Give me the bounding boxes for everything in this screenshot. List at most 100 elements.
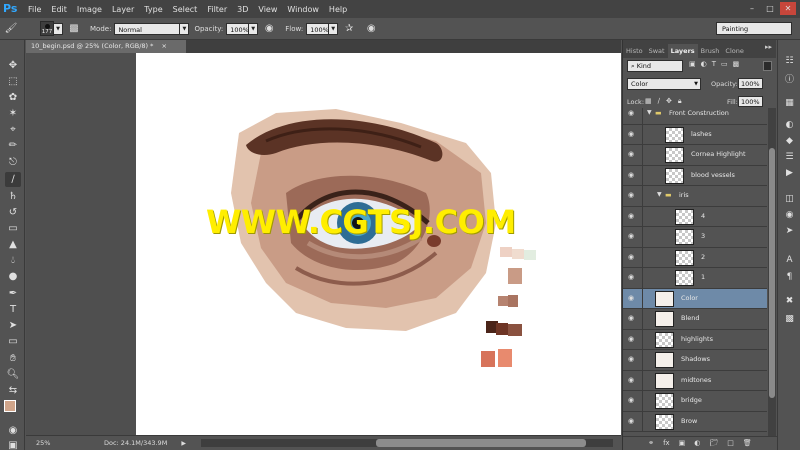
layer-thumbnail[interactable] [675, 229, 694, 245]
lock-position-icon[interactable]: ✥ [666, 97, 672, 106]
layer-name[interactable]: 3 [701, 232, 705, 240]
blur-tool-icon[interactable]: 💧︎ [5, 253, 21, 268]
group-expand-toggle[interactable]: ▼ [657, 191, 662, 198]
layer-name[interactable]: midtones [681, 376, 711, 384]
layer-opacity-field[interactable]: 100% [738, 78, 763, 89]
layer-thumbnail[interactable] [655, 290, 674, 307]
brush-presets-icon[interactable]: ▩ [782, 312, 797, 326]
tab-layers[interactable]: Layers [667, 44, 698, 58]
zoom-level[interactable]: 25% [36, 439, 66, 447]
scrollbar-thumb[interactable] [376, 439, 586, 447]
filter-adjustment-icon[interactable]: ◐ [701, 60, 707, 68]
layer-style-icon[interactable]: fx [663, 437, 670, 450]
visibility-eye-icon[interactable]: ◉ [628, 212, 637, 220]
layer-row[interactable]: ◉ Shadows [623, 350, 767, 371]
visibility-eye-icon[interactable]: ◉ [628, 171, 637, 179]
zoom-tool-icon[interactable]: 🔍︎ [5, 367, 21, 382]
quick-select-tool-icon[interactable]: ✶ [5, 106, 21, 121]
layer-name[interactable]: Blend [681, 314, 700, 322]
layer-row[interactable]: ◉ ▼ ▬ iris [623, 186, 767, 207]
actions-panel-icon[interactable]: ▶ [782, 166, 797, 180]
layer-thumbnail[interactable] [675, 249, 694, 266]
menu-file[interactable]: File [23, 5, 46, 14]
horizontal-scrollbar[interactable] [201, 439, 613, 447]
visibility-eye-icon[interactable]: ◉ [628, 274, 637, 281]
paragraph-panel-icon[interactable]: ¶ [782, 270, 797, 284]
flow-field[interactable]: 100% [306, 22, 330, 35]
layer-name[interactable]: highlights [681, 335, 713, 343]
type-tool-icon[interactable]: T [5, 302, 21, 317]
blend-mode-select[interactable]: Color ▼ [627, 78, 701, 90]
layer-list-scrollbar[interactable] [768, 108, 776, 436]
swatches-panel-icon[interactable]: ▦ [782, 96, 797, 110]
airbrush-icon[interactable]: ✰ [341, 21, 357, 37]
channels-panel-icon[interactable]: ◉ [782, 208, 797, 222]
visibility-eye-icon[interactable]: ◉ [628, 376, 637, 384]
play-icon[interactable]: ▶ [181, 440, 186, 447]
layer-row[interactable]: ◉ lashes [623, 124, 767, 145]
character-panel-icon[interactable]: A [782, 253, 797, 267]
layer-row[interactable]: ◉ midtones [623, 370, 767, 391]
add-mask-icon[interactable]: ▣ [679, 437, 686, 450]
quick-mask-icon[interactable]: ◉ [5, 423, 21, 438]
link-layers-icon[interactable]: ⚭ [648, 437, 654, 450]
close-button[interactable]: ✕ [780, 2, 796, 15]
layer-thumbnail[interactable] [655, 372, 674, 389]
menu-help[interactable]: Help [324, 5, 352, 14]
layer-row[interactable]: ◉ 2 [623, 247, 767, 268]
maximize-button[interactable]: □ [762, 2, 778, 15]
layer-name[interactable]: lashes [691, 130, 712, 138]
visibility-eye-icon[interactable]: ◉ [628, 417, 637, 425]
tool-presets-icon[interactable]: ✖ [782, 294, 797, 308]
paint-bucket-tool-icon[interactable]: ▲ [5, 237, 21, 252]
layer-row[interactable]: ◉ highlights [623, 329, 767, 350]
visibility-eye-icon[interactable]: ◉ [628, 397, 637, 404]
doc-size-info[interactable]: Doc: 24.1M/343.9M [104, 439, 167, 447]
lasso-tool-icon[interactable]: ✿ [5, 90, 21, 105]
layer-name[interactable]: Cornea Highlight [691, 150, 746, 158]
delete-layer-icon[interactable]: 🗑︎ [743, 437, 752, 450]
layer-thumbnail[interactable] [665, 167, 684, 184]
layer-name[interactable]: Brow [681, 417, 697, 425]
visibility-eye-icon[interactable]: ◉ [628, 110, 637, 117]
new-layer-icon[interactable]: □ [727, 437, 734, 450]
menu-layer[interactable]: Layer [107, 5, 139, 14]
layer-thumbnail[interactable] [655, 331, 674, 348]
layer-row[interactable]: ◉ 3 [623, 227, 767, 248]
layer-name[interactable]: iris [679, 191, 689, 199]
layer-name[interactable]: Shadows [681, 355, 710, 363]
pen-tool-icon[interactable]: ✒ [5, 286, 21, 301]
layer-row[interactable]: ◉ 4 [623, 206, 767, 227]
layer-name[interactable]: Front Construction [669, 109, 729, 117]
foreground-color-swatch[interactable] [4, 400, 16, 412]
tab-history[interactable]: Histo [623, 44, 646, 58]
visibility-eye-icon[interactable]: ◉ [628, 315, 637, 322]
brush-panel-toggle-icon[interactable]: ▩ [66, 21, 82, 37]
layer-row[interactable]: ◉ blood vessels [623, 165, 767, 186]
eraser-tool-icon[interactable]: ▭ [5, 221, 21, 236]
visibility-eye-icon[interactable]: ◉ [628, 233, 637, 240]
layer-name[interactable]: 2 [701, 253, 705, 261]
info-panel-icon[interactable]: ⓘ [782, 73, 797, 87]
menu-view[interactable]: View [253, 5, 282, 14]
visibility-eye-icon[interactable]: ◉ [628, 356, 637, 363]
chevron-down-icon[interactable]: ▼ [54, 22, 63, 35]
visibility-eye-icon[interactable]: ◉ [628, 294, 637, 302]
close-tab-icon[interactable]: × [161, 42, 166, 50]
opacity-field[interactable]: 100% [226, 22, 250, 35]
brush-size-readout[interactable]: 177 [40, 21, 54, 36]
brush-tool-icon[interactable]: ∕ [5, 172, 21, 187]
layer-thumbnail[interactable] [665, 126, 684, 143]
menu-select[interactable]: Select [168, 5, 203, 14]
adjustments-panel-icon[interactable]: ◐ [782, 118, 797, 132]
screen-mode-icon[interactable]: ▣ [5, 438, 21, 450]
history-panel-icon[interactable]: ☰ [782, 150, 797, 164]
mode-select[interactable]: Normal [114, 22, 181, 35]
filter-smart-object-icon[interactable]: ▩ [733, 60, 740, 68]
pressure-size-icon[interactable]: ◉ [363, 21, 379, 37]
layer-name[interactable]: bridge [681, 396, 702, 404]
lock-image-icon[interactable]: ∕ [658, 97, 660, 106]
layer-row[interactable]: ◉ Cornea Highlight [623, 145, 767, 166]
pressure-opacity-icon[interactable]: ◉ [261, 21, 277, 37]
tab-clone[interactable]: Clone [722, 44, 746, 58]
